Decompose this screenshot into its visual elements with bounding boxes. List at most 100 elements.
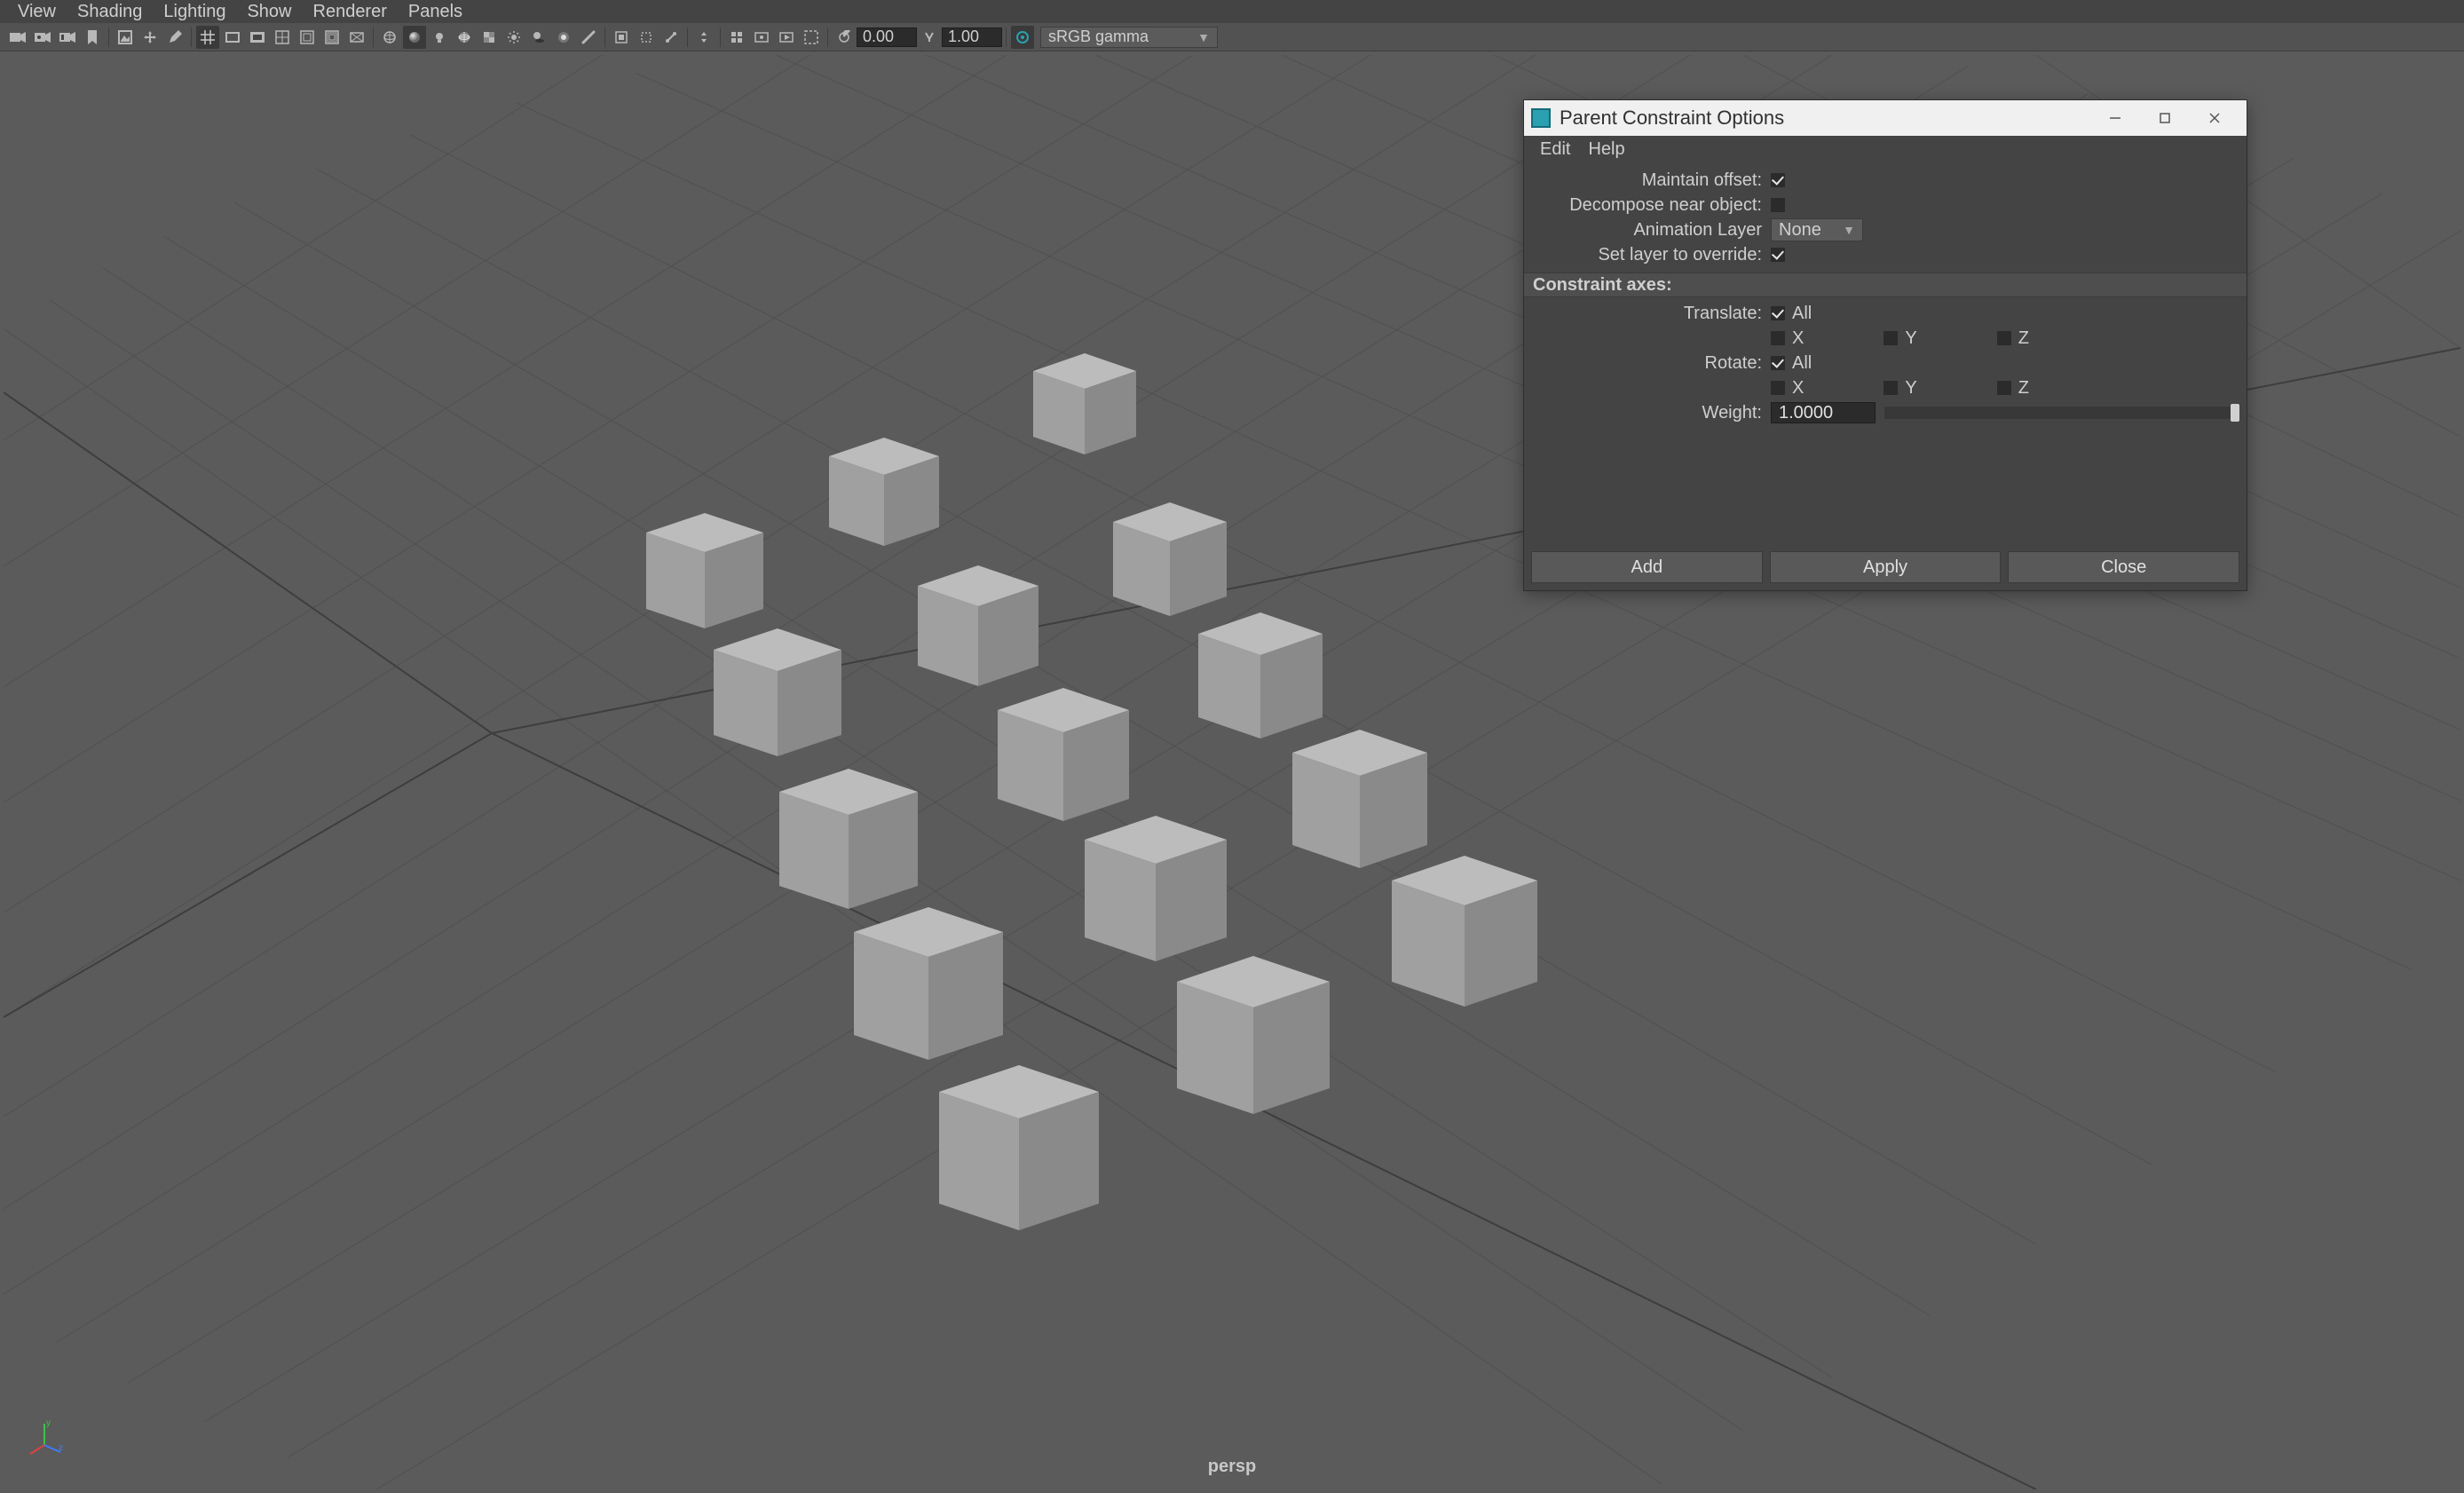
apply-button[interactable]: Apply: [1770, 551, 2002, 583]
maximize-button[interactable]: [2140, 100, 2190, 136]
maintain-offset-label: Maintain offset:: [1531, 170, 1771, 191]
anti-alias-icon[interactable]: [577, 26, 600, 49]
camera-lock-icon[interactable]: [31, 26, 54, 49]
safe-action-icon[interactable]: [296, 26, 319, 49]
expand-icon[interactable]: [692, 26, 715, 49]
chevron-down-icon: ▼: [1843, 223, 1855, 237]
animation-layer-label: Animation Layer: [1531, 220, 1771, 241]
isolate-select-icon[interactable]: [610, 26, 633, 49]
use-all-lights-icon[interactable]: [502, 26, 525, 49]
camera-settings-icon[interactable]: [56, 26, 79, 49]
film-gate-icon[interactable]: [221, 26, 244, 49]
toolbar-separator: [373, 28, 374, 47]
dialog-menu-edit[interactable]: Edit: [1531, 139, 1579, 160]
rotate-x-checkbox[interactable]: [1771, 381, 1785, 395]
shaded-icon[interactable]: [403, 26, 426, 49]
menu-panels[interactable]: Panels: [398, 0, 473, 23]
camera-select-icon[interactable]: [6, 26, 29, 49]
viewport-toolbar: sRGB gamma ▼: [0, 23, 2464, 51]
snap-view-icon[interactable]: [725, 26, 748, 49]
toolbar-separator: [687, 28, 688, 47]
dialog-body: Maintain offset: Decompose near object: …: [1524, 162, 2247, 544]
rotate-all-text: All: [1792, 353, 1812, 374]
ao-icon[interactable]: [552, 26, 575, 49]
resolution-gate-icon[interactable]: [345, 26, 368, 49]
textured-icon[interactable]: [478, 26, 501, 49]
weight-label: Weight:: [1531, 403, 1771, 423]
translate-y-checkbox[interactable]: [1884, 331, 1898, 345]
shadows-icon[interactable]: [527, 26, 550, 49]
constraint-axes-header: Constraint axes:: [1524, 273, 2247, 297]
set-override-label: Set layer to override:: [1531, 245, 1771, 265]
translate-x-checkbox[interactable]: [1771, 331, 1785, 345]
grid-icon[interactable]: [196, 26, 219, 49]
slider-thumb[interactable]: [2231, 404, 2239, 422]
toolbar-separator: [191, 28, 192, 47]
axis-z-text: Z: [2018, 378, 2029, 399]
toolbar-separator: [1006, 28, 1007, 47]
render-view-icon[interactable]: [750, 26, 773, 49]
maintain-offset-checkbox[interactable]: [1771, 173, 1785, 187]
view-transform-dropdown[interactable]: sRGB gamma ▼: [1040, 27, 1218, 48]
weight-slider[interactable]: [1884, 407, 2239, 419]
translate-z-checkbox[interactable]: [1997, 331, 2011, 345]
2d-pan-icon[interactable]: [138, 26, 162, 49]
toolbar-separator: [720, 28, 721, 47]
color-management-icon[interactable]: [1011, 26, 1034, 49]
dialog-titlebar[interactable]: Parent Constraint Options: [1524, 100, 2247, 136]
dialog-title: Parent Constraint Options: [1560, 107, 1784, 130]
decompose-checkbox[interactable]: [1771, 198, 1785, 212]
translate-label: Translate:: [1531, 304, 1771, 324]
image-plane-icon[interactable]: [114, 26, 137, 49]
translate-all-text: All: [1792, 304, 1812, 324]
svg-text:z: z: [59, 1443, 63, 1453]
animation-layer-value: None: [1779, 220, 1821, 241]
wireframe-icon[interactable]: [378, 26, 401, 49]
dialog-menu-help[interactable]: Help: [1579, 139, 1633, 160]
gamma-field[interactable]: [942, 28, 1002, 47]
exposure-field[interactable]: [857, 28, 917, 47]
axis-x-text: X: [1792, 378, 1804, 399]
rotate-all-checkbox[interactable]: [1771, 356, 1785, 370]
camera-label: persp: [1208, 1457, 1256, 1477]
xray-joints-icon[interactable]: [659, 26, 683, 49]
gate-mask-icon[interactable]: [246, 26, 269, 49]
exposure-icon[interactable]: [833, 26, 856, 49]
axis-gizmo[interactable]: y z: [25, 1418, 64, 1457]
translate-all-checkbox[interactable]: [1771, 306, 1785, 320]
close-button[interactable]: [2190, 100, 2239, 136]
menu-show[interactable]: Show: [236, 0, 302, 23]
rotate-z-checkbox[interactable]: [1997, 381, 2011, 395]
axis-y-text: Y: [1905, 328, 1916, 349]
gamma-icon[interactable]: [918, 26, 941, 49]
safe-title-icon[interactable]: [320, 26, 344, 49]
menu-shading[interactable]: Shading: [67, 0, 153, 23]
close-dialog-button[interactable]: Close: [2008, 551, 2239, 583]
cubes: [646, 353, 1537, 1230]
set-override-checkbox[interactable]: [1771, 248, 1785, 262]
animation-layer-dropdown[interactable]: None ▼: [1771, 218, 1863, 241]
xray-icon[interactable]: [635, 26, 658, 49]
use-lights-icon[interactable]: [428, 26, 451, 49]
bookmark-icon[interactable]: [81, 26, 104, 49]
axis-y-text: Y: [1905, 378, 1916, 399]
menu-view[interactable]: View: [7, 0, 67, 23]
rotate-y-checkbox[interactable]: [1884, 381, 1898, 395]
weight-field[interactable]: [1771, 402, 1876, 423]
field-chart-icon[interactable]: [271, 26, 294, 49]
menu-renderer[interactable]: Renderer: [303, 0, 398, 23]
chevron-down-icon: ▼: [1197, 30, 1210, 44]
toolbar-separator: [827, 28, 828, 47]
viewport-menubar: View Shading Lighting Show Renderer Pane…: [0, 0, 2464, 23]
maya-icon: [1531, 108, 1551, 128]
render-region-icon[interactable]: [800, 26, 823, 49]
axis-z-text: Z: [2018, 328, 2029, 349]
decompose-label: Decompose near object:: [1531, 195, 1771, 216]
wire-on-shaded-icon[interactable]: [453, 26, 476, 49]
dialog-button-row: Add Apply Close: [1524, 544, 2247, 590]
menu-lighting[interactable]: Lighting: [153, 0, 236, 23]
ipr-icon[interactable]: [775, 26, 798, 49]
add-button[interactable]: Add: [1531, 551, 1763, 583]
minimize-button[interactable]: [2090, 100, 2140, 136]
grease-pencil-icon[interactable]: [163, 26, 186, 49]
